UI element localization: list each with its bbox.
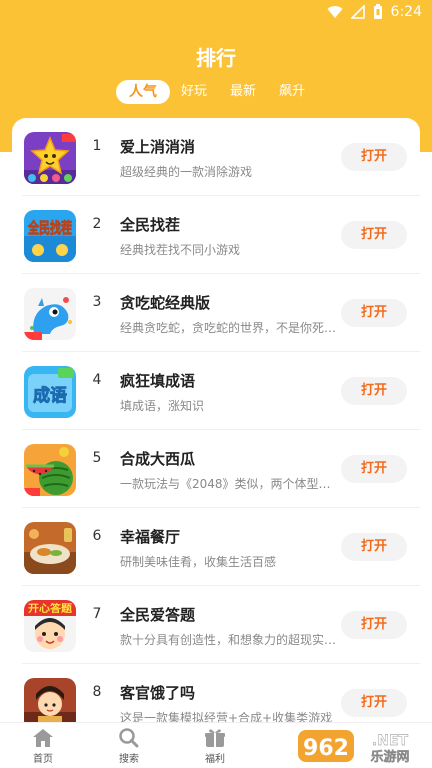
open-button[interactable]: 打开 xyxy=(341,533,407,561)
app-name: 爱上消消消 xyxy=(120,138,196,156)
rank-number: 5 xyxy=(92,450,102,466)
search-icon xyxy=(119,728,139,748)
rank-number: 6 xyxy=(92,528,102,544)
list-item[interactable]: 5 合成大西瓜 一款玩法与《2048》类似，两个体型较… 打开 xyxy=(12,430,420,508)
app-description: 款十分具有创造性，和想象力的超现实… xyxy=(120,633,337,647)
app-icon-snake xyxy=(24,288,76,340)
nav-label: 福利 xyxy=(205,754,225,765)
app-icon-watermelon xyxy=(24,444,76,496)
list-item[interactable]: 成语 4 疯狂填成语 填成语，涨知识 打开 xyxy=(12,352,420,430)
app-name: 客官饿了吗 xyxy=(120,684,196,702)
status-bar: 6:24 xyxy=(0,0,432,24)
signal-icon xyxy=(350,5,365,19)
icon-text: 成语 xyxy=(33,385,67,406)
app-name: 全民找茬 xyxy=(120,216,181,234)
open-button[interactable]: 打开 xyxy=(341,143,407,171)
rank-number: 1 xyxy=(92,138,102,154)
app-description: 填成语，涨知识 xyxy=(120,399,205,413)
open-button[interactable]: 打开 xyxy=(341,689,407,717)
nav-search[interactable]: 搜索 xyxy=(104,728,154,766)
app-icon-xiaoxiao xyxy=(24,132,76,184)
app-name: 贪吃蛇经典版 xyxy=(120,294,211,312)
app-icon-chengyu: 成语 xyxy=(24,366,76,418)
rank-number: 3 xyxy=(92,294,102,310)
open-button[interactable]: 打开 xyxy=(341,299,407,327)
watermark-subtitle: 乐游网 xyxy=(370,749,409,764)
tab-newest[interactable]: 最新 xyxy=(225,80,261,104)
nav-label: 首页 xyxy=(33,754,53,765)
app-description: 一款玩法与《2048》类似，两个体型较… xyxy=(120,477,340,491)
watermark-suffix: .NET xyxy=(372,733,409,749)
icon-text: 开心答题 xyxy=(28,602,73,615)
rank-number: 2 xyxy=(92,216,102,232)
open-button[interactable]: 打开 xyxy=(341,377,407,405)
icon-text: 全民找茬 xyxy=(27,219,72,237)
app-name: 疯狂填成语 xyxy=(120,372,196,390)
page-title: 排行 xyxy=(196,46,236,70)
rank-number: 4 xyxy=(92,372,102,388)
rank-number: 8 xyxy=(92,684,102,700)
app-description: 经典找茬找不同小游戏 xyxy=(120,243,241,257)
open-button[interactable]: 打开 xyxy=(341,611,407,639)
app-icon-quiz: 开心答题 xyxy=(24,600,76,652)
app-icon-restaurant xyxy=(24,522,76,574)
app-name: 全民爱答题 xyxy=(120,606,196,624)
home-icon xyxy=(33,729,53,747)
list-item[interactable]: 全民找茬 2 全民找茬 经典找茬找不同小游戏 打开 xyxy=(12,196,420,274)
gift-icon xyxy=(205,729,225,747)
nav-welfare[interactable]: 福利 xyxy=(190,728,240,766)
app-icon-zhaocha: 全民找茬 xyxy=(24,210,76,262)
tab-bar: 人气 好玩 最新 飙升 xyxy=(0,80,432,104)
list-item[interactable]: 3 贪吃蛇经典版 经典贪吃蛇，贪吃蛇的世界，不是你死… 打开 xyxy=(12,274,420,352)
watermark-number: 962 xyxy=(303,736,349,761)
app-name: 幸福餐厅 xyxy=(120,528,181,546)
battery-icon xyxy=(373,4,382,19)
list-item[interactable]: 开心答题 7 全民爱答题 款十分具有创造性，和想象力的超现实… 打开 xyxy=(12,586,420,664)
app-description: 研制美味佳肴，收集生活百感 xyxy=(120,555,277,569)
open-button[interactable]: 打开 xyxy=(341,455,407,483)
app-description: 经典贪吃蛇，贪吃蛇的世界，不是你死… xyxy=(120,321,337,335)
status-time: 6:24 xyxy=(390,4,422,20)
list-item[interactable]: 1 爱上消消消 超级经典的一款消除游戏 打开 xyxy=(12,118,420,196)
wifi-icon xyxy=(327,6,343,19)
app-description: 超级经典的一款消除游戏 xyxy=(120,165,253,179)
tab-popular[interactable]: 人气 xyxy=(116,80,170,104)
tab-fun[interactable]: 好玩 xyxy=(176,80,212,104)
ranking-list: 1 爱上消消消 超级经典的一款消除游戏 打开 全民找茬 2 全民找茬 经典找茬找… xyxy=(12,118,420,738)
tab-rising[interactable]: 飙升 xyxy=(274,80,310,104)
site-watermark: 962 .NET 乐游网 xyxy=(298,728,426,765)
list-item[interactable]: 6 幸福餐厅 研制美味佳肴，收集生活百感 打开 xyxy=(12,508,420,586)
rank-number: 7 xyxy=(92,606,102,622)
app-name: 合成大西瓜 xyxy=(120,450,196,468)
nav-label: 搜索 xyxy=(119,754,139,765)
open-button[interactable]: 打开 xyxy=(341,221,407,249)
nav-home[interactable]: 首页 xyxy=(18,728,68,766)
